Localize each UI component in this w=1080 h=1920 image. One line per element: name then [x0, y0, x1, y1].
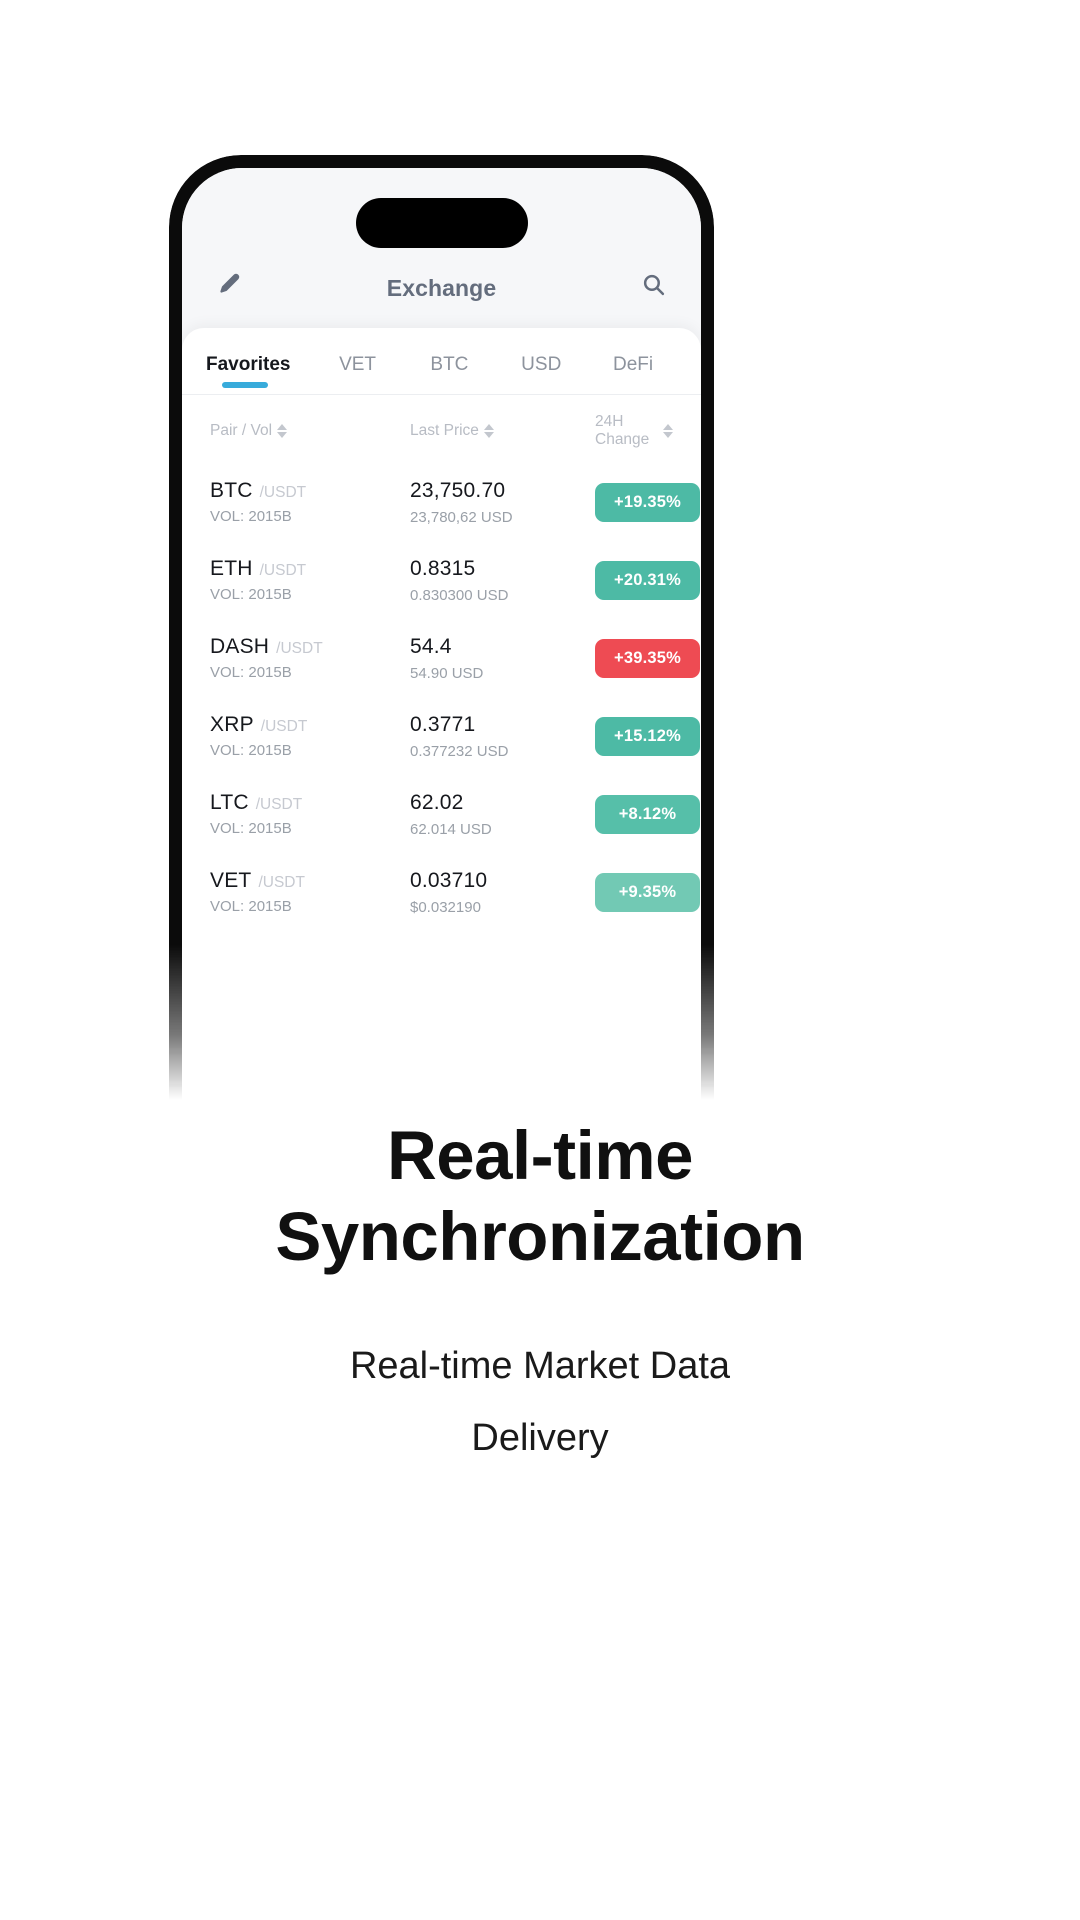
last-price-usd: 23,780,62 USD	[410, 508, 513, 526]
phone-mockup: Exchange Favorites VET BTC USD DeFi Pair…	[169, 155, 714, 1100]
status-badge[interactable]: +8.12%	[595, 794, 700, 834]
pair-quote: /USDT	[260, 718, 308, 735]
status-badge[interactable]: +19.35%	[595, 482, 700, 522]
last-price-usd: 0.377232 USD	[410, 742, 509, 760]
table-row[interactable]: DASH/USDT VOL: 2015B 54.4 54.90 USD +39.35%	[210, 619, 700, 697]
cell-pair: DASH/USDT VOL: 2015B	[210, 635, 410, 681]
tab-btc[interactable]: BTC	[403, 354, 495, 394]
last-price-usd: 0.830300 USD	[410, 586, 509, 604]
sort-icon	[483, 424, 494, 438]
table-row[interactable]: BTC/USDT VOL: 2015B 23,750.70 23,780,62 USD…	[210, 463, 700, 541]
caption-subtitle: Real-time Market Data Delivery	[60, 1330, 1020, 1474]
pair-symbol: XRP	[210, 713, 254, 736]
last-price: 62.02	[410, 790, 464, 814]
pair-symbol: VET	[210, 869, 252, 892]
tab-defi[interactable]: DeFi	[587, 354, 679, 394]
last-price: 0.03710	[410, 868, 488, 892]
tab-btc-label: BTC	[430, 354, 469, 375]
status-badge[interactable]: +20.31%	[595, 560, 700, 600]
cell-price: 54.4 54.90 USD	[410, 635, 595, 682]
table-row[interactable]: XRP/USDT VOL: 2015B 0.3771 0.377232 USD +15.…	[210, 697, 700, 775]
pair-volume: VOL: 2015B	[210, 898, 292, 915]
sort-icon	[277, 424, 288, 438]
column-header-pair[interactable]: Pair / Vol	[210, 422, 410, 440]
tab-usd[interactable]: USD	[495, 354, 587, 394]
last-price: 0.3771	[410, 712, 476, 736]
sort-icon	[663, 424, 673, 438]
caption-title-line2: Synchronization	[275, 1198, 805, 1276]
tab-defi-label: DeFi	[613, 354, 654, 375]
tab-usd-label: USD	[521, 354, 562, 375]
market-list: BTC/USDT VOL: 2015B 23,750.70 23,780,62 USD…	[182, 463, 701, 931]
cell-change: +20.31%	[595, 560, 700, 600]
tab-active-underline	[222, 382, 268, 388]
status-badge[interactable]: +39.35%	[595, 638, 700, 678]
column-header-price[interactable]: Last Price	[410, 422, 595, 440]
cell-change: +8.12%	[595, 794, 700, 834]
column-headers: Pair / Vol Last Price 24H Change	[182, 395, 701, 463]
last-price-usd: 54.90 USD	[410, 664, 484, 682]
pair-volume: VOL: 2015B	[210, 820, 292, 837]
tab-vet[interactable]: VET	[312, 354, 404, 394]
cell-change: +19.35%	[595, 482, 700, 522]
caption-block: Real-time Synchronization Real-time Mark…	[0, 1115, 1080, 1474]
cell-price: 62.02 62.014 USD	[410, 791, 595, 838]
pair-volume: VOL: 2015B	[210, 508, 292, 525]
pair-symbol: ETH	[210, 557, 253, 580]
pair-quote: /USDT	[255, 796, 303, 813]
cell-price: 0.8315 0.830300 USD	[410, 557, 595, 604]
caption-subtitle-line2: Delivery	[471, 1417, 609, 1459]
status-badge[interactable]: +15.12%	[595, 716, 700, 756]
cell-pair: BTC/USDT VOL: 2015B	[210, 479, 410, 525]
cell-price: 0.3771 0.377232 USD	[410, 713, 595, 760]
market-card: Favorites VET BTC USD DeFi Pair / Vol La…	[182, 328, 701, 1100]
cell-price: 23,750.70 23,780,62 USD	[410, 479, 595, 526]
cell-change: +9.35%	[595, 872, 700, 912]
pair-symbol: BTC	[210, 479, 253, 502]
caption-subtitle-line1: Real-time Market Data	[349, 1344, 731, 1387]
dynamic-island	[355, 198, 528, 248]
pair-quote: /USDT	[258, 874, 305, 891]
pair-quote: /USDT	[276, 640, 323, 657]
cell-change: +15.12%	[595, 716, 700, 756]
pair-volume: VOL: 2015B	[210, 742, 292, 759]
search-icon[interactable]	[633, 264, 673, 304]
pair-quote: /USDT	[259, 484, 307, 501]
last-price: 23,750.70	[410, 478, 506, 502]
market-tabs: Favorites VET BTC USD DeFi	[182, 328, 701, 394]
cell-pair: VET/USDT VOL: 2015B	[210, 869, 410, 915]
promo-page: Exchange Favorites VET BTC USD DeFi Pair…	[0, 0, 1080, 1920]
column-header-pair-label: Pair / Vol	[210, 422, 273, 439]
table-row[interactable]: ETH/USDT VOL: 2015B 0.8315 0.830300 USD +20.…	[210, 541, 700, 619]
caption-title: Real-time Synchronization	[60, 1115, 1020, 1278]
caption-title-line1: Real-time	[386, 1117, 694, 1194]
cell-price: 0.03710 $0.032190	[410, 869, 595, 916]
pencil-icon[interactable]	[210, 264, 250, 304]
pair-quote: /USDT	[259, 562, 307, 579]
column-header-change-label: 24H Change	[595, 413, 650, 448]
status-badge[interactable]: +9.35%	[595, 872, 700, 912]
column-header-change[interactable]: 24H Change	[595, 413, 673, 449]
pair-volume: VOL: 2015B	[210, 664, 292, 681]
cell-pair: LTC/USDT VOL: 2015B	[210, 791, 410, 837]
tab-favorites-label: Favorites	[206, 354, 291, 375]
cell-pair: XRP/USDT VOL: 2015B	[210, 713, 410, 759]
cell-pair: ETH/USDT VOL: 2015B	[210, 557, 410, 603]
pair-symbol: LTC	[210, 791, 249, 814]
cell-change: +39.35%	[595, 638, 700, 678]
last-price: 54.4	[410, 634, 452, 658]
pair-symbol: DASH	[210, 635, 270, 658]
page-title: Exchange	[386, 275, 497, 301]
tab-vet-label: VET	[339, 354, 377, 375]
table-row[interactable]: LTC/USDT VOL: 2015B 62.02 62.014 USD +8.12%	[210, 775, 700, 853]
app-header: Exchange	[182, 168, 701, 328]
column-header-price-label: Last Price	[410, 422, 479, 439]
phone-screen: Exchange Favorites VET BTC USD DeFi Pair…	[182, 168, 701, 1100]
last-price-usd: $0.032190	[410, 898, 481, 916]
pair-volume: VOL: 2015B	[210, 586, 292, 603]
last-price: 0.8315	[410, 556, 476, 580]
tab-favorites[interactable]: Favorites	[204, 354, 312, 394]
table-row[interactable]: VET/USDT VOL: 2015B 0.03710 $0.032190 +9.35%	[210, 853, 700, 931]
last-price-usd: 62.014 USD	[410, 820, 492, 838]
